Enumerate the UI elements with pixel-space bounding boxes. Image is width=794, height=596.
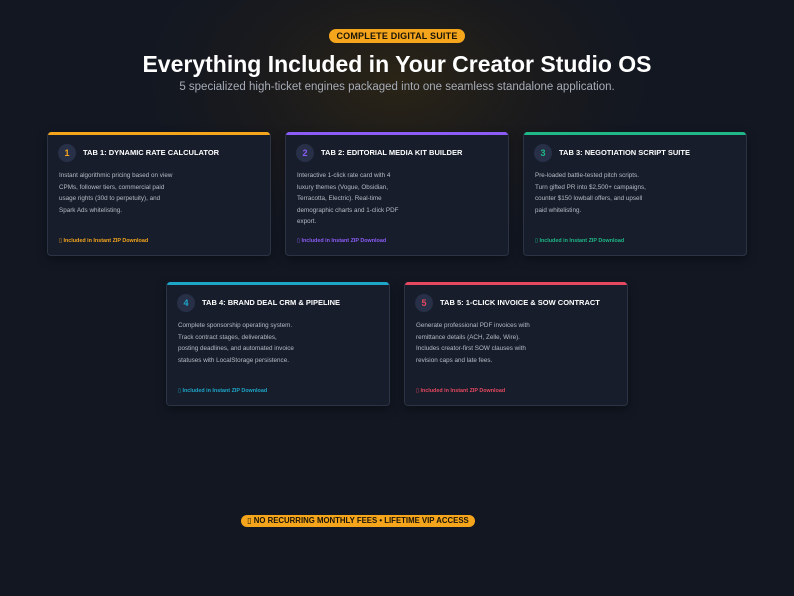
card-description-line: export. (297, 218, 317, 226)
card-description-line: Turn gifted PR into $2,500+ campaigns, (535, 183, 646, 191)
card-title: TAB 5: 1-CLICK INVOICE & SOW CONTRACT (440, 298, 600, 307)
card-description: Interactive 1-click rate card with 4 lux… (297, 170, 447, 228)
card-number-badge: 5 (415, 294, 433, 312)
card-description-line: luxury themes (Vogue, Obsidian, (297, 183, 389, 191)
card-description-line: usage rights (30d to perpetuity), and (59, 195, 161, 203)
card-accent-bar (286, 132, 508, 135)
card-footer-included: ▯ Included in Instant ZIP Download (178, 388, 268, 394)
card-description-line: statuses with LocalStorage persistence. (178, 356, 289, 364)
card-description-line: paid whitelisting. (535, 206, 582, 214)
page-title: Everything Included in Your Creator Stud… (142, 51, 652, 77)
card-accent-bar (167, 282, 389, 285)
card-footer-included: ▯ Included in Instant ZIP Download (535, 238, 625, 244)
feature-card-rate-calculator: 1 TAB 1: DYNAMIC RATE CALCULATOR Instant… (47, 132, 271, 256)
card-footer-included: ▯ Included in Instant ZIP Download (297, 238, 387, 244)
card-title: TAB 3: NEGOTIATION SCRIPT SUITE (559, 148, 690, 157)
card-accent-bar (48, 132, 270, 135)
feature-card-invoice-contract: 5 TAB 5: 1-CLICK INVOICE & SOW CONTRACT … (404, 282, 628, 406)
card-footer-included: ▯ Included in Instant ZIP Download (59, 238, 149, 244)
card-description-line: demographic charts and 1-click PDF (297, 206, 399, 214)
page-subtitle: 5 specialized high-ticket engines packag… (179, 81, 615, 93)
card-number-badge: 4 (177, 294, 195, 312)
feature-card-brand-deal-crm: 4 TAB 4: BRAND DEAL CRM & PIPELINE Compl… (166, 282, 390, 406)
card-description: Instant algorithmic pricing based on vie… (59, 170, 209, 216)
card-description-line: remittance details (ACH, Zelle, Wire). (416, 333, 520, 341)
card-number-badge: 1 (58, 144, 76, 162)
card-title: TAB 4: BRAND DEAL CRM & PIPELINE (202, 298, 341, 307)
lifetime-access-badge: ▯ NO RECURRING MONTHLY FEES • LIFETIME V… (241, 515, 475, 527)
hero-section: COMPLETE DIGITAL SUITE Everything Includ… (0, 26, 794, 94)
card-number-badge: 3 (534, 144, 552, 162)
card-description-line: CPMs, follower tiers, commercial paid (59, 183, 165, 191)
card-description-line: Pre-loaded battle-tested pitch scripts. (535, 172, 639, 179)
card-description-line: revision caps and late fees. (416, 356, 493, 364)
card-accent-bar (405, 282, 627, 285)
card-description-line: counter $150 lowball offers, and upsell (535, 195, 643, 203)
feature-card-negotiation-scripts: 3 TAB 3: NEGOTIATION SCRIPT SUITE Pre-lo… (523, 132, 747, 256)
feature-card-media-kit-builder: 2 TAB 2: EDITORIAL MEDIA KIT BUILDER Int… (285, 132, 509, 256)
card-description-line: Interactive 1-click rate card with 4 (297, 172, 391, 179)
card-description-line: Track contract stages, deliverables, (178, 333, 277, 341)
card-description-line: Generate professional PDF invoices with (416, 322, 530, 329)
card-description-line: Instant algorithmic pricing based on vie… (59, 172, 173, 179)
card-description: Pre-loaded battle-tested pitch scripts. … (535, 170, 685, 216)
card-description-line: Complete sponsorship operating system. (178, 322, 293, 329)
card-accent-bar (524, 132, 746, 135)
suite-badge: COMPLETE DIGITAL SUITE (329, 29, 465, 43)
card-description-line: Includes creator-first SOW clauses with (416, 345, 526, 353)
card-description-line: Spark Ads whitelisting. (59, 206, 122, 214)
card-number-badge: 2 (296, 144, 314, 162)
card-description-line: Terracotta, Electric). Real-time (297, 195, 382, 203)
card-title: TAB 1: DYNAMIC RATE CALCULATOR (83, 148, 220, 157)
card-description: Complete sponsorship operating system. T… (178, 320, 328, 366)
card-footer-included: ▯ Included in Instant ZIP Download (416, 388, 506, 394)
card-description-line: posting deadlines, and automated invoice (178, 345, 294, 353)
card-description: Generate professional PDF invoices with … (416, 320, 566, 366)
card-title: TAB 2: EDITORIAL MEDIA KIT BUILDER (321, 148, 463, 157)
